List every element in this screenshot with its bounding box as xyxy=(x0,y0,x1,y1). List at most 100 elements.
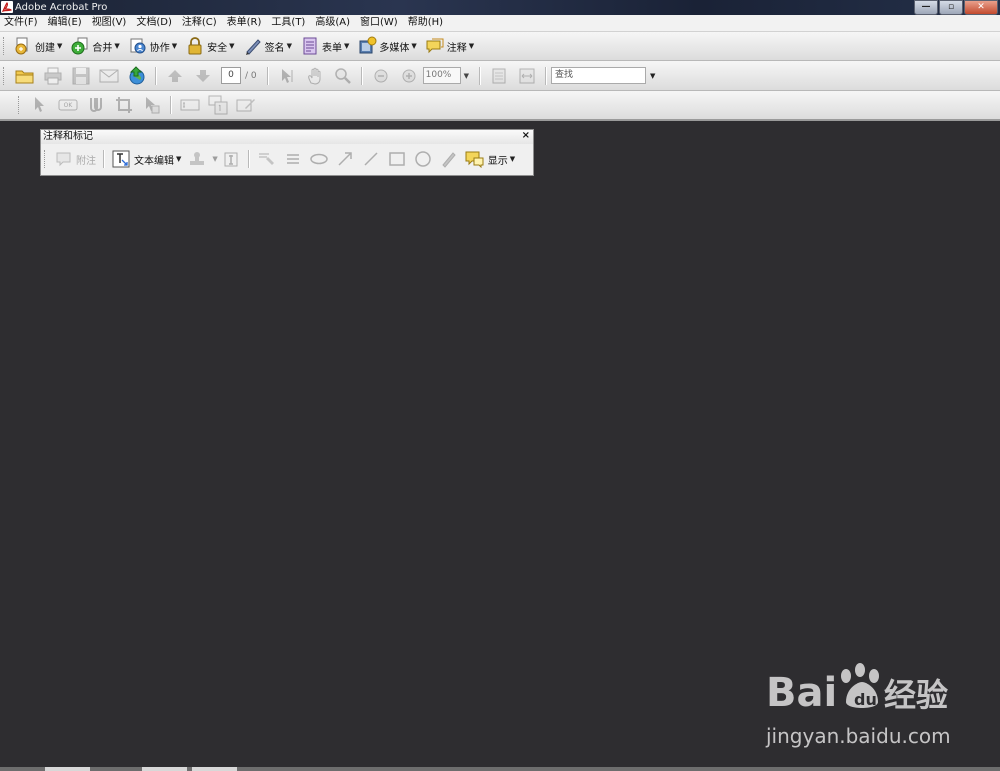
panel-title[interactable]: 注释和标记 xyxy=(41,130,533,144)
window-title: Adobe Acrobat Pro xyxy=(15,2,108,13)
toolbar-grip[interactable] xyxy=(3,66,7,85)
oval-tool-button[interactable] xyxy=(412,148,434,170)
save-button[interactable] xyxy=(70,65,92,87)
open-folder-button[interactable] xyxy=(14,65,36,87)
menu-comments[interactable]: 注释(C) xyxy=(177,15,222,31)
select-object-button[interactable] xyxy=(29,94,51,116)
combine-files-icon xyxy=(70,36,90,56)
menu-tools[interactable]: 工具(T) xyxy=(266,15,310,31)
printer-icon xyxy=(44,67,62,84)
next-page-button[interactable] xyxy=(192,65,214,87)
text-field-icon xyxy=(180,99,200,111)
cloud-shape-icon xyxy=(310,153,328,165)
chevron-down-icon[interactable]: ▼ xyxy=(212,155,217,163)
zoom-out-button[interactable] xyxy=(370,65,392,87)
stamp-icon xyxy=(190,152,205,165)
text-edit-label: 文本编辑 xyxy=(134,155,174,167)
maximize-button[interactable]: ▫ xyxy=(939,0,963,15)
email-button[interactable] xyxy=(98,65,120,87)
upload-button[interactable] xyxy=(126,65,148,87)
chevron-down-icon[interactable]: ▼ xyxy=(464,72,469,80)
comment-button[interactable]: 注释 ▼ xyxy=(423,35,478,57)
chevron-down-icon: ▼ xyxy=(286,42,292,50)
pen-icon xyxy=(243,36,263,56)
text-field-tool-button[interactable] xyxy=(179,94,201,116)
menu-document[interactable]: 文档(D) xyxy=(131,15,177,31)
secure-label: 安全 xyxy=(207,42,228,54)
chevron-down-icon: ▼ xyxy=(229,42,235,50)
rectangle-icon xyxy=(389,152,405,166)
menu-edit[interactable]: 编辑(E) xyxy=(43,15,87,31)
arrow-line-icon xyxy=(338,152,352,166)
previous-page-button[interactable] xyxy=(164,65,186,87)
oval-icon xyxy=(415,151,431,167)
button-tool[interactable]: OK xyxy=(57,94,79,116)
menu-view[interactable]: 视图(V) xyxy=(87,15,132,31)
show-comments-label: 显示 xyxy=(487,155,508,167)
fit-width-button[interactable] xyxy=(516,65,538,87)
line-tool-button[interactable] xyxy=(360,148,382,170)
secure-button[interactable]: 安全 ▼ xyxy=(183,35,238,57)
page-total: / 0 xyxy=(245,70,257,81)
panel-toolbar: 附注 文本编辑 ▼ ▼ 显示 ▼ xyxy=(41,144,533,174)
print-button[interactable] xyxy=(42,65,64,87)
create-pdf-icon xyxy=(13,36,33,56)
fit-page-button[interactable] xyxy=(488,65,510,87)
create-button[interactable]: 创建 ▼ xyxy=(11,35,66,57)
chevron-down-icon: ▼ xyxy=(411,42,417,50)
zoom-in-icon xyxy=(402,69,416,82)
zoom-level-input[interactable]: 100% xyxy=(422,67,461,84)
toolbar-grip[interactable] xyxy=(3,37,7,55)
search-input[interactable]: 查找 xyxy=(551,67,647,84)
zoom-in-button[interactable] xyxy=(398,65,420,87)
forms-button[interactable]: 表单 ▼ xyxy=(298,35,353,57)
page-number-tool-button[interactable] xyxy=(207,94,229,116)
arrow-tool-button[interactable] xyxy=(334,148,356,170)
multimedia-button[interactable]: 多媒体 ▼ xyxy=(355,35,420,57)
menu-advanced[interactable]: 高级(A) xyxy=(310,15,355,31)
chevron-down-icon: ▼ xyxy=(509,155,516,163)
hand-icon xyxy=(307,67,321,85)
menu-window[interactable]: 窗口(W) xyxy=(355,15,403,31)
text-box-tool-button[interactable] xyxy=(220,148,242,170)
edit-form-button[interactable] xyxy=(235,94,257,116)
underline-tool-button[interactable] xyxy=(282,148,304,170)
crop-tool-button[interactable] xyxy=(113,94,135,116)
arrow-up-icon xyxy=(168,69,182,82)
zoom-tool-button[interactable] xyxy=(332,65,354,87)
chevron-down-icon[interactable]: ▼ xyxy=(650,72,655,80)
select-tool-button[interactable] xyxy=(276,65,298,87)
status-segment xyxy=(45,767,90,771)
link-tool-button[interactable] xyxy=(85,94,107,116)
sticky-note-label: 附注 xyxy=(76,155,96,167)
acrobat-app-icon[interactable] xyxy=(1,1,13,13)
sticky-note-button[interactable]: 附注 xyxy=(52,148,99,170)
close-button[interactable]: ✕ xyxy=(964,0,998,15)
chevron-down-icon: ▼ xyxy=(57,42,63,50)
highlight-tool-button[interactable] xyxy=(256,148,278,170)
show-comments-button[interactable]: 显示 ▼ xyxy=(462,148,518,170)
combine-button[interactable]: 合并 ▼ xyxy=(68,35,123,57)
menu-help[interactable]: 帮助(H) xyxy=(403,15,448,31)
collaborate-icon xyxy=(128,36,148,56)
toolbar-grip[interactable] xyxy=(18,96,22,114)
rectangle-tool-button[interactable] xyxy=(386,148,408,170)
menu-file[interactable]: 文件(F) xyxy=(0,15,43,31)
menu-forms[interactable]: 表单(R) xyxy=(222,15,267,31)
toolbar-grip[interactable] xyxy=(44,150,48,168)
hand-tool-button[interactable] xyxy=(304,65,326,87)
collaborate-button[interactable]: 协作 ▼ xyxy=(126,35,181,57)
text-edit-button[interactable]: 文本编辑 ▼ xyxy=(109,148,184,170)
sign-button[interactable]: 签名 ▼ xyxy=(241,35,296,57)
chevron-down-icon: ▼ xyxy=(171,42,178,50)
panel-close-button[interactable]: × xyxy=(522,130,530,141)
page-number-input[interactable]: 0 xyxy=(221,67,241,84)
pencil-tool-button[interactable] xyxy=(438,148,460,170)
combine-label: 合并 xyxy=(92,42,113,54)
chevron-down-icon: ▼ xyxy=(343,42,350,50)
touchup-object-button[interactable] xyxy=(141,94,163,116)
folder-icon xyxy=(15,70,34,83)
minimize-button[interactable]: — xyxy=(914,0,938,15)
cloud-tool-button[interactable] xyxy=(308,148,330,170)
stamp-tool-button[interactable] xyxy=(186,148,208,170)
